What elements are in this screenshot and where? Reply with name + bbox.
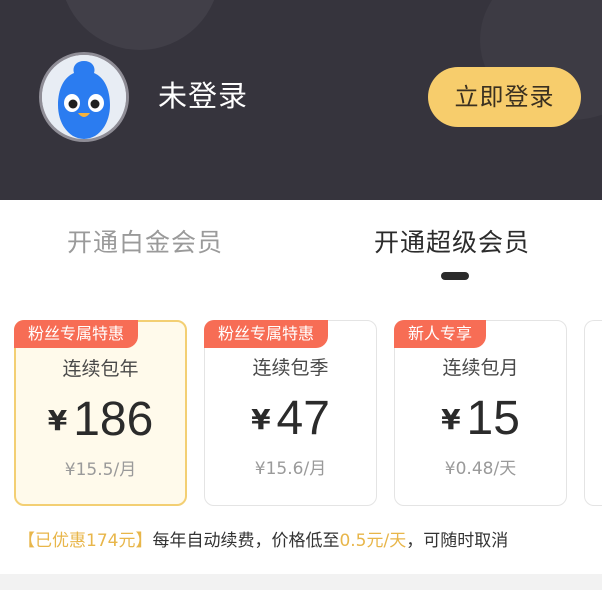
plan-name: 连续包季 — [252, 357, 329, 379]
header-decor-circle — [60, 0, 220, 50]
plan-badge: 新人专享 — [394, 320, 487, 348]
currency-symbol: ¥ — [251, 402, 271, 436]
plan-unit-price: ¥0.48/天 — [444, 459, 517, 479]
plan-name: 连续包月 — [442, 357, 519, 379]
currency-symbol: ¥ — [47, 403, 68, 437]
plan-card-monthly[interactable]: 新人专享 连续包月 ¥15 ¥0.48/天 — [394, 320, 567, 506]
login-button[interactable]: 立即登录 — [428, 67, 581, 127]
plan-name: 连续包年 — [62, 358, 139, 380]
renewal-note: 【已优惠174元】每年自动续费，价格低至0.5元/天，可随时取消 — [18, 529, 508, 553]
avatar[interactable] — [39, 52, 129, 142]
plan-price: ¥186 — [16, 390, 185, 450]
plan-card-quarterly[interactable]: 粉丝专属特惠 连续包季 ¥47 ¥15.6/月 — [204, 320, 377, 506]
tab-platinum-membership[interactable]: 开通白金会员 — [67, 225, 223, 261]
renewal-text: 每年自动续费，价格低至 — [152, 531, 340, 551]
lowest-price-text: 0.5元/天 — [339, 531, 407, 551]
plan-price: ¥15 — [395, 389, 566, 449]
price-amount: 186 — [73, 393, 154, 446]
profile-header: 未登录 立即登录 — [0, 0, 602, 200]
plan-unit-price: ¥15.6/月 — [254, 459, 327, 479]
plan-unit-price: ¥15.5/月 — [64, 460, 137, 480]
username-label: 未登录 — [158, 79, 249, 113]
discount-text: 【已优惠174元】 — [18, 531, 153, 551]
price-amount: 47 — [276, 392, 330, 445]
price-amount: 15 — [466, 392, 520, 445]
plan-badge: 粉丝专属特惠 — [204, 320, 329, 348]
plan-card-partial[interactable] — [584, 320, 602, 506]
section-divider — [0, 574, 602, 590]
plan-card-yearly[interactable]: 粉丝专属特惠 连续包年 ¥186 ¥15.5/月 — [14, 320, 187, 506]
currency-symbol: ¥ — [441, 402, 461, 436]
cancel-text: ，可随时取消 — [406, 531, 509, 551]
bird-mascot-icon — [42, 55, 126, 139]
plan-badge: 粉丝专属特惠 — [14, 320, 139, 348]
plan-price: ¥47 — [205, 389, 376, 449]
active-tab-indicator — [441, 272, 469, 280]
tab-super-membership[interactable]: 开通超级会员 — [374, 225, 530, 261]
